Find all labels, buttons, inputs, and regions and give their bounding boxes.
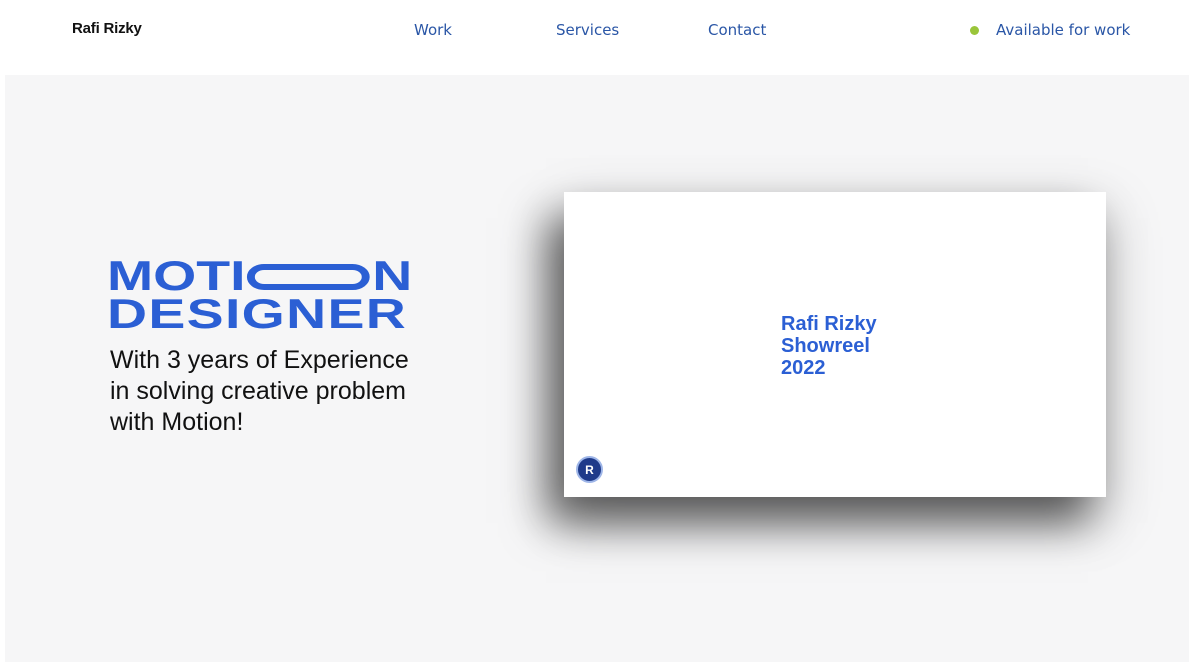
hero-title-designer: DESIGNER (107, 290, 408, 337)
brand-logo[interactable]: Rafi Rizky (72, 20, 142, 37)
showreel-title-line: Rafi Rizky (781, 313, 877, 335)
status-dot-icon (970, 25, 979, 35)
site-header: Rafi Rizky Work Services Contact Availab… (0, 0, 1189, 75)
nav-link-work[interactable]: Work (414, 21, 452, 39)
tagline-line: in solving creative problem (110, 377, 406, 405)
nav-link-contact[interactable]: Contact (708, 21, 766, 39)
channel-avatar[interactable]: R (576, 456, 603, 483)
showreel-title-line: 2022 (781, 357, 826, 379)
showreel-video[interactable]: Rafi Rizky Showreel 2022 R (564, 192, 1106, 497)
page: Rafi Rizky Work Services Contact Availab… (0, 0, 1189, 662)
showreel-title: Rafi Rizky Showreel 2022 (781, 313, 877, 379)
tagline-line: With 3 years of Experience (110, 346, 409, 374)
tagline-line: with Motion! (110, 408, 244, 436)
showreel-title-line: Showreel (781, 335, 870, 357)
availability-status: Available for work (970, 21, 1130, 39)
hero-title-line-2: DESIGNER (107, 290, 457, 337)
availability-label: Available for work (996, 21, 1131, 39)
nav-link-services[interactable]: Services (556, 21, 619, 39)
hero-tagline: With 3 years of Experience in solving cr… (110, 345, 480, 438)
hero-title: MOTI N DESIGNER (107, 255, 457, 337)
pill-o-icon (246, 264, 370, 290)
